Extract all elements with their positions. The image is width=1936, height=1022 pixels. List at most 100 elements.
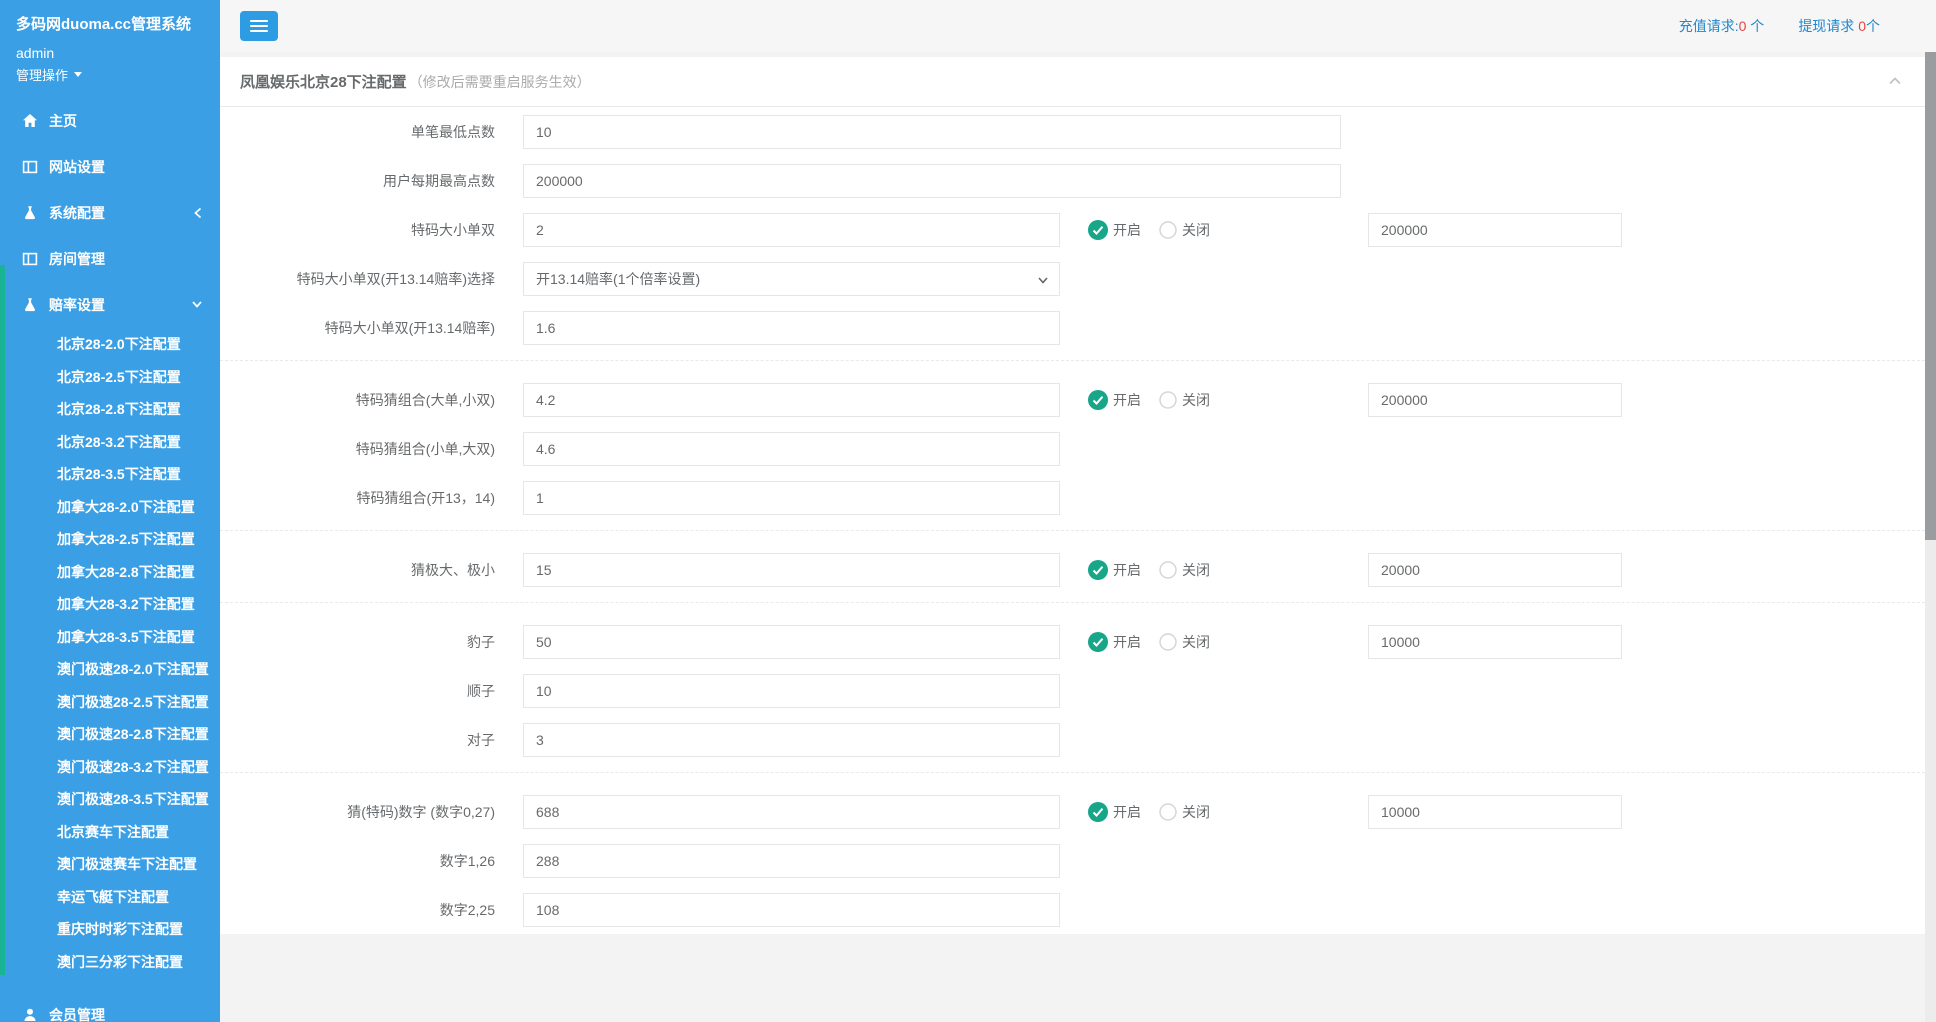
field-input[interactable] bbox=[523, 213, 1060, 247]
withdraw-count: 0 bbox=[1858, 18, 1866, 34]
field-input[interactable] bbox=[523, 432, 1060, 466]
sidebar-subitem[interactable]: 北京28-2.0下注配置 bbox=[0, 328, 220, 361]
chevron-down-icon bbox=[191, 298, 203, 310]
field-label: 特码猜组合(小单,大双) bbox=[220, 439, 510, 459]
sidebar-subitem[interactable]: 加拿大28-3.2下注配置 bbox=[0, 588, 220, 621]
radio-off-icon[interactable] bbox=[1159, 391, 1177, 409]
withdraw-requests-link[interactable]: 提现请求 0个 bbox=[1798, 16, 1880, 36]
toggle-off-label[interactable]: 关闭 bbox=[1182, 802, 1210, 822]
field-input[interactable] bbox=[523, 311, 1060, 345]
sidebar-subitem[interactable]: 加拿大28-2.0下注配置 bbox=[0, 491, 220, 524]
collapse-panel-icon[interactable] bbox=[1887, 74, 1903, 88]
toggle-on-label[interactable]: 开启 bbox=[1113, 802, 1141, 822]
sidebar-item-room-management[interactable]: 房间管理 bbox=[0, 236, 220, 282]
panel-title: 凤凰娱乐北京28下注配置 bbox=[240, 71, 407, 92]
logged-in-username: admin bbox=[0, 35, 220, 61]
field-input[interactable] bbox=[523, 625, 1060, 659]
section-divider bbox=[220, 360, 1925, 361]
field-input[interactable] bbox=[523, 481, 1060, 515]
sidebar-subitem[interactable]: 加拿大28-2.8下注配置 bbox=[0, 556, 220, 589]
field-input[interactable] bbox=[523, 383, 1060, 417]
section-divider bbox=[220, 772, 1925, 773]
sidebar-subitem[interactable]: 加拿大28-2.5下注配置 bbox=[0, 523, 220, 556]
field-input[interactable] bbox=[523, 115, 1341, 149]
active-menu-indicator bbox=[0, 265, 5, 975]
form-row: 顺子 bbox=[220, 674, 1925, 708]
radio-on-icon[interactable] bbox=[1088, 220, 1108, 240]
sidebar-subitem[interactable]: 澳门极速28-2.5下注配置 bbox=[0, 686, 220, 719]
sidebar-subitem[interactable]: 澳门极速28-2.0下注配置 bbox=[0, 653, 220, 686]
toggle-off-label[interactable]: 关闭 bbox=[1182, 632, 1210, 652]
section-divider bbox=[220, 602, 1925, 603]
toggle-off-label[interactable]: 关闭 bbox=[1182, 220, 1210, 240]
sidebar: 多码网duoma.cc管理系统 admin 管理操作 主页 网站设置 系统配置 … bbox=[0, 0, 220, 1022]
vertical-scrollbar[interactable] bbox=[1925, 52, 1936, 1022]
radio-on-icon[interactable] bbox=[1088, 390, 1108, 410]
toggle-on-label[interactable]: 开启 bbox=[1113, 560, 1141, 580]
enable-toggle: 开启 关闭 bbox=[1088, 625, 1210, 659]
limit-input[interactable] bbox=[1368, 213, 1622, 247]
sidebar-item-system-config[interactable]: 系统配置 bbox=[0, 190, 220, 236]
sidebar-item-label: 赔率设置 bbox=[49, 295, 105, 315]
sidebar-item-odds-settings[interactable]: 赔率设置 bbox=[0, 282, 220, 328]
radio-off-icon[interactable] bbox=[1159, 633, 1177, 651]
field-label: 猜(特码)数字 (数字0,27) bbox=[220, 802, 510, 822]
limit-input[interactable] bbox=[1368, 553, 1622, 587]
sidebar-item-home[interactable]: 主页 bbox=[0, 98, 220, 144]
sidebar-subitem[interactable]: 加拿大28-3.5下注配置 bbox=[0, 621, 220, 654]
sidebar-subitem[interactable]: 重庆时时彩下注配置 bbox=[0, 913, 220, 946]
sidebar-item-site-settings[interactable]: 网站设置 bbox=[0, 144, 220, 190]
field-input[interactable] bbox=[523, 674, 1060, 708]
sidebar-subitem[interactable]: 澳门极速28-3.5下注配置 bbox=[0, 783, 220, 816]
enable-toggle: 开启 关闭 bbox=[1088, 553, 1210, 587]
sidebar-subitem[interactable]: 澳门极速28-2.8下注配置 bbox=[0, 718, 220, 751]
sidebar-subitem[interactable]: 北京赛车下注配置 bbox=[0, 816, 220, 849]
field-label: 特码大小单双(开13.14赔率)选择 bbox=[220, 269, 510, 289]
sidebar-item-label: 主页 bbox=[49, 111, 77, 131]
sidebar-toggle-button[interactable] bbox=[240, 11, 278, 41]
radio-on-icon[interactable] bbox=[1088, 802, 1108, 822]
scrollbar-thumb[interactable] bbox=[1925, 52, 1936, 540]
field-input[interactable] bbox=[523, 893, 1060, 927]
form-row: 数字1,26 bbox=[220, 844, 1925, 878]
limit-input[interactable] bbox=[1368, 625, 1622, 659]
sidebar-subitem[interactable]: 北京28-3.2下注配置 bbox=[0, 426, 220, 459]
home-icon bbox=[22, 113, 38, 129]
sidebar-item-member-management[interactable]: 会员管理 bbox=[0, 992, 220, 1022]
toggle-off-label[interactable]: 关闭 bbox=[1182, 390, 1210, 410]
recharge-requests-link[interactable]: 充值请求:0 个 bbox=[1679, 16, 1765, 36]
form-row: 对子 bbox=[220, 723, 1925, 757]
field-input[interactable] bbox=[523, 553, 1060, 587]
user-dropdown[interactable]: 管理操作 bbox=[0, 61, 220, 84]
enable-toggle: 开启 关闭 bbox=[1088, 795, 1210, 829]
radio-off-icon[interactable] bbox=[1159, 221, 1177, 239]
field-input[interactable] bbox=[523, 844, 1060, 878]
toggle-on-label[interactable]: 开启 bbox=[1113, 632, 1141, 652]
radio-off-icon[interactable] bbox=[1159, 561, 1177, 579]
rate-mode-select[interactable]: 开13.14赔率(1个倍率设置) bbox=[523, 262, 1060, 296]
sidebar-subitem[interactable]: 北京28-2.8下注配置 bbox=[0, 393, 220, 426]
sidebar-subitem[interactable]: 澳门极速28-3.2下注配置 bbox=[0, 751, 220, 784]
toggle-on-label[interactable]: 开启 bbox=[1113, 220, 1141, 240]
radio-on-icon[interactable] bbox=[1088, 560, 1108, 580]
toggle-on-label[interactable]: 开启 bbox=[1113, 390, 1141, 410]
sidebar-subitem[interactable]: 澳门三分彩下注配置 bbox=[0, 946, 220, 979]
field-input[interactable] bbox=[523, 164, 1341, 198]
field-label: 特码大小单双 bbox=[220, 220, 510, 240]
limit-input[interactable] bbox=[1368, 795, 1622, 829]
form-row: 单笔最低点数 bbox=[220, 115, 1925, 149]
panel-header: 凤凰娱乐北京28下注配置 （修改后需要重启服务生效） bbox=[220, 57, 1925, 107]
radio-off-icon[interactable] bbox=[1159, 803, 1177, 821]
radio-on-icon[interactable] bbox=[1088, 632, 1108, 652]
field-label: 猜极大、极小 bbox=[220, 560, 510, 580]
sidebar-subitem[interactable]: 北京28-2.5下注配置 bbox=[0, 361, 220, 394]
field-label: 特码猜组合(开13，14) bbox=[220, 488, 510, 508]
sidebar-subitem[interactable]: 北京28-3.5下注配置 bbox=[0, 458, 220, 491]
sidebar-subitem[interactable]: 澳门极速赛车下注配置 bbox=[0, 848, 220, 881]
toggle-off-label[interactable]: 关闭 bbox=[1182, 560, 1210, 580]
field-input[interactable] bbox=[523, 723, 1060, 757]
field-input[interactable] bbox=[523, 795, 1060, 829]
withdraw-label: 提现请求 bbox=[1798, 18, 1858, 34]
limit-input[interactable] bbox=[1368, 383, 1622, 417]
sidebar-subitem[interactable]: 幸运飞艇下注配置 bbox=[0, 881, 220, 914]
